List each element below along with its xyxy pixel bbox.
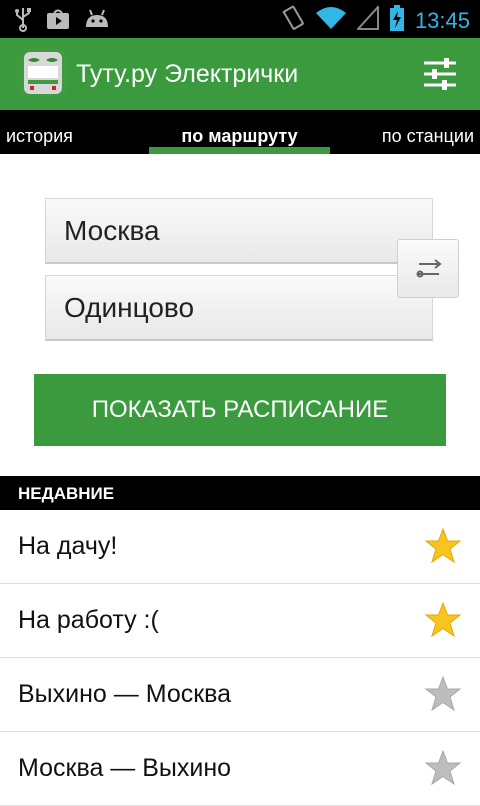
- list-item-label: Выхино — Москва: [18, 680, 232, 708]
- battery-charging-icon: [389, 5, 405, 36]
- to-station-field[interactable]: Одинцово: [45, 275, 433, 341]
- list-item-label: На работу :(: [18, 606, 159, 634]
- list-item-label: На дачу!: [18, 532, 118, 560]
- tab-by-station[interactable]: по станции: [382, 110, 474, 154]
- signal-icon: [355, 4, 379, 35]
- settings-button[interactable]: [420, 54, 460, 94]
- swap-stations-button[interactable]: [397, 239, 459, 298]
- wifi-icon: [315, 6, 347, 35]
- from-station-field[interactable]: Москва: [45, 198, 433, 264]
- tab-selected-indicator: [149, 147, 330, 154]
- clock: 13:45: [414, 7, 470, 33]
- play-store-icon: [46, 8, 70, 35]
- android-icon: [84, 9, 110, 34]
- app-title: Туту.ру Электрички: [76, 60, 299, 88]
- star-empty-icon[interactable]: [424, 675, 462, 713]
- list-item[interactable]: На работу :(: [0, 584, 480, 658]
- from-station-value: Москва: [64, 215, 160, 246]
- star-filled-icon[interactable]: [424, 527, 462, 565]
- vibrate-icon: [281, 5, 305, 36]
- show-schedule-button[interactable]: ПОКАЗАТЬ РАСПИСАНИЕ: [34, 374, 446, 446]
- action-bar: Туту.ру Электрички: [0, 38, 480, 110]
- status-bar: 13:45: [0, 0, 480, 38]
- recent-list: На дачу! На работу :( Выхино — Москва Мо…: [0, 510, 480, 806]
- to-station-value: Одинцово: [64, 292, 195, 323]
- usb-icon: [14, 6, 32, 37]
- train-icon: [18, 48, 68, 98]
- sliders-icon: [420, 58, 460, 98]
- list-item[interactable]: На дачу!: [0, 510, 480, 584]
- tab-history[interactable]: история: [6, 110, 73, 154]
- list-item[interactable]: Выхино — Москва: [0, 658, 480, 732]
- star-empty-icon[interactable]: [424, 749, 462, 787]
- list-item-label: Москва — Выхино: [18, 754, 232, 782]
- recent-header: НЕДАВНИЕ: [0, 476, 480, 510]
- star-filled-icon[interactable]: [424, 601, 462, 639]
- list-item[interactable]: Москва — Выхино: [0, 732, 480, 806]
